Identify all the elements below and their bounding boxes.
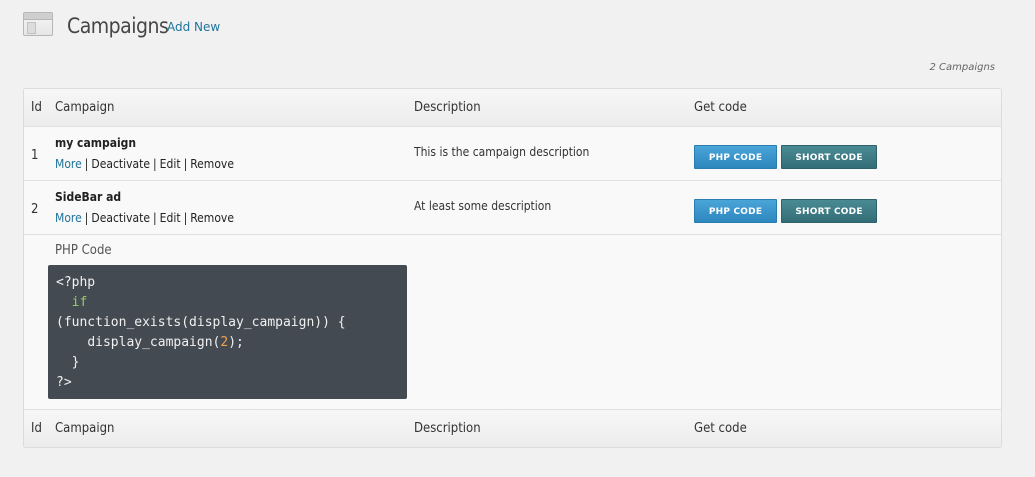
campaign-id: 1 xyxy=(31,148,39,163)
campaign-description: At least some description xyxy=(414,199,552,213)
column-header-get-code: Get code xyxy=(694,100,747,115)
edit-link[interactable]: Edit xyxy=(160,157,181,171)
deactivate-link[interactable]: Deactivate xyxy=(91,157,150,171)
code-panel-label: PHP Code xyxy=(55,243,112,258)
code-line-close: ?> xyxy=(56,375,72,390)
code-call-post: ); xyxy=(228,335,244,350)
page-icon xyxy=(23,12,53,36)
php-code-button[interactable]: PHP CODE xyxy=(694,145,777,169)
column-footer-id[interactable]: Id xyxy=(31,420,42,437)
column-header-description[interactable]: Description xyxy=(414,99,481,116)
column-footer-description[interactable]: Description xyxy=(414,420,481,437)
short-code-button[interactable]: SHORT CODE xyxy=(781,199,877,223)
code-keyword-if: if xyxy=(71,295,88,310)
page-title: Campaigns xyxy=(67,14,169,38)
remove-link[interactable]: Remove xyxy=(190,211,234,225)
table-row: 2 SideBar ad More | Deactivate | Edit | Remove… xyxy=(24,181,1001,235)
table-header: Id Campaign Description Get code xyxy=(24,89,1001,127)
campaign-name[interactable]: SideBar ad xyxy=(55,190,121,204)
php-code-block[interactable]: <?php if (function_exists(display_campai… xyxy=(48,265,407,399)
column-footer-get-code: Get code xyxy=(694,421,747,436)
add-new-link[interactable]: Add New xyxy=(167,19,220,35)
campaigns-table: Id Campaign Description Get code 1 my ca… xyxy=(23,88,1002,448)
campaign-count: 2 Campaigns xyxy=(929,62,995,73)
campaign-id: 2 xyxy=(31,202,39,217)
row-actions: More | Deactivate | Edit | Remove xyxy=(55,157,234,171)
campaign-description: This is the campaign description xyxy=(414,145,590,159)
table-row: 1 my campaign More | Deactivate | Edit | Remov… xyxy=(24,127,1001,181)
edit-link[interactable]: Edit xyxy=(160,211,181,225)
remove-link[interactable]: Remove xyxy=(190,157,234,171)
deactivate-link[interactable]: Deactivate xyxy=(91,211,150,225)
code-call-pre: display_campaign( xyxy=(87,335,221,350)
column-footer-campaign[interactable]: Campaign xyxy=(55,420,114,437)
action-separator: | xyxy=(183,211,188,225)
action-separator: | xyxy=(153,211,157,225)
column-header-campaign[interactable]: Campaign xyxy=(55,99,114,116)
code-line-open: <?php xyxy=(56,275,96,290)
more-link[interactable]: More xyxy=(55,211,82,225)
php-code-button[interactable]: PHP CODE xyxy=(694,199,777,223)
row-actions: More | Deactivate | Edit | Remove xyxy=(55,211,234,225)
table-footer: Id Campaign Description Get code xyxy=(24,409,1001,447)
more-link[interactable]: More xyxy=(55,157,82,171)
action-separator: | xyxy=(183,157,188,171)
campaign-name[interactable]: my campaign xyxy=(55,136,136,150)
action-separator: | xyxy=(84,211,89,225)
short-code-button[interactable]: SHORT CODE xyxy=(781,145,877,169)
code-line-condition: (function_exists(display_campaign)) { xyxy=(56,315,346,330)
column-header-id[interactable]: Id xyxy=(31,99,42,116)
action-separator: | xyxy=(153,157,157,171)
code-close-brace: } xyxy=(71,355,80,370)
code-panel: PHP Code <?php if (function_exists(displ… xyxy=(24,235,1001,411)
action-separator: | xyxy=(84,157,89,171)
